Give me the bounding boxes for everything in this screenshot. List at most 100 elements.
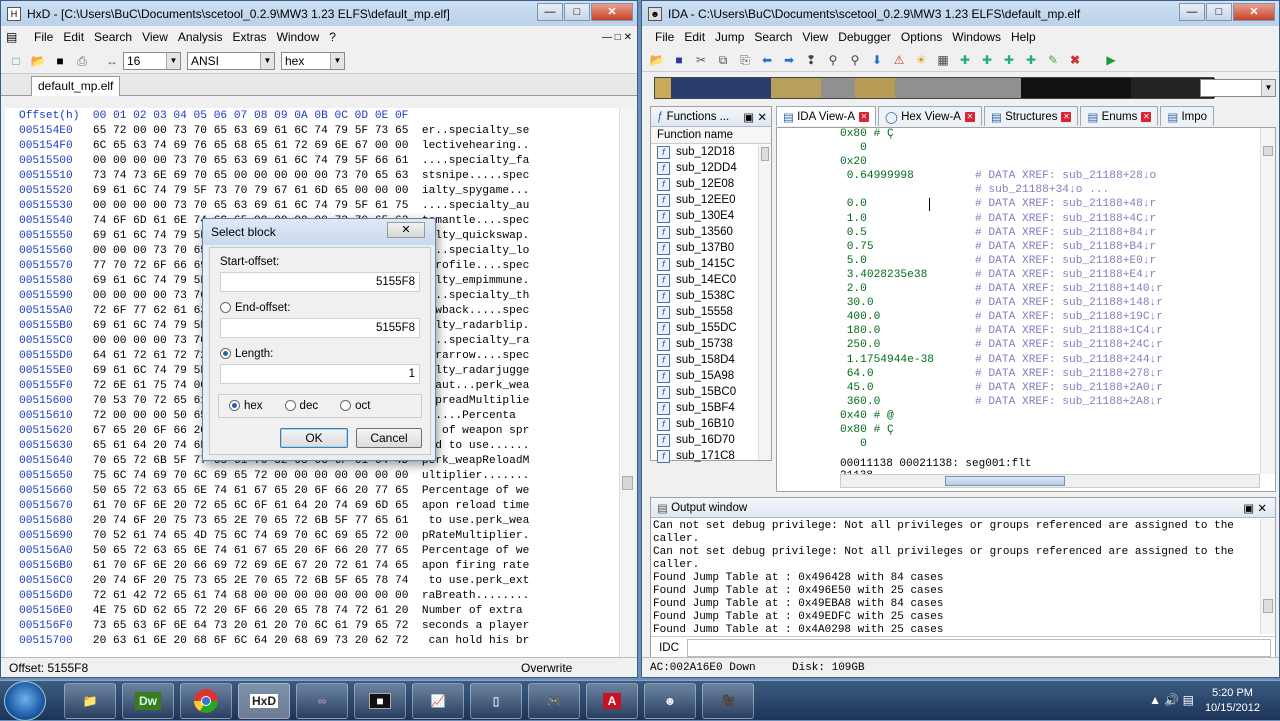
function-list-item[interactable]: f sub_14EC0 [651, 272, 771, 288]
print-icon[interactable]: ⎙ [73, 52, 91, 70]
file-tab[interactable]: default_mp.elf [31, 76, 121, 96]
menu-options[interactable]: Options [896, 30, 947, 44]
portrait-taskbar-icon[interactable]: ☻ [644, 682, 696, 719]
mdi-buttons[interactable]: — □ ✕ [597, 32, 637, 43]
hex-row[interactable]: 00515510 73 74 73 6E 69 70 65 00 00 00 0… [19, 169, 619, 184]
code-line[interactable]: • 0.75# DATA XREF: sub_21188+B4↓r [840, 241, 1258, 255]
warning-icon[interactable]: ⚠ [890, 51, 908, 69]
menu-analysis[interactable]: Analysis [173, 30, 228, 44]
run-icon[interactable]: ▶ [1102, 51, 1120, 69]
menu-extras[interactable]: Extras [228, 30, 272, 44]
search-binary-icon[interactable]: ❢ [802, 51, 820, 69]
pdf-taskbar-icon[interactable]: A [586, 682, 638, 719]
graph-icon[interactable]: ▦ [934, 51, 952, 69]
tab-enums[interactable]: ▤ Enums ✕ [1080, 106, 1159, 126]
radix-hex[interactable]: hex [229, 400, 263, 412]
jump-down-icon[interactable]: ⬇ [868, 51, 886, 69]
hex-scrollbar[interactable] [619, 108, 635, 658]
function-list-item[interactable]: f sub_158D4 [651, 352, 771, 368]
ida-titlebar[interactable]: ☻ IDA - C:\Users\BuC\Documents\scetool_0… [642, 1, 1279, 26]
navigation-band[interactable] [654, 77, 1215, 99]
output-buttons[interactable]: ▣ ✕ [1243, 501, 1267, 515]
hex-row[interactable]: 00515680 20 74 6F 20 75 73 65 2E 70 65 7… [19, 514, 619, 529]
maximize-button[interactable]: □ [564, 3, 590, 21]
functions-scrollbar[interactable] [758, 145, 771, 460]
menu-file[interactable]: File [29, 30, 58, 44]
hex-row[interactable]: 00515650 75 6C 74 69 70 6C 69 65 72 00 0… [19, 469, 619, 484]
hex-row[interactable]: 00515500 00 00 00 00 73 70 65 63 69 61 6… [19, 154, 619, 169]
hex-row[interactable]: 005156B0 61 70 6F 6E 20 66 69 72 69 6E 6… [19, 559, 619, 574]
code-line[interactable]: • 1.0# DATA XREF: sub_21188+4C↓r [840, 213, 1258, 227]
hxd-titlebar[interactable]: H HxD - [C:\Users\BuC\Documents\scetool_… [1, 1, 637, 26]
code-line[interactable]: • 180.0# DATA XREF: sub_21188+1C4↓r [840, 325, 1258, 339]
dreamweaver-taskbar-icon[interactable]: Dw [122, 682, 174, 719]
tools-icon[interactable]: ✚ [1022, 51, 1040, 69]
paste-icon[interactable]: ⎘ [736, 51, 754, 69]
offset-mode-select[interactable]: hex ▼ [281, 51, 345, 70]
tool-taskbar-icon[interactable]: ▯ [470, 682, 522, 719]
tab-hex-view[interactable]: ◯ Hex View-A ✕ [878, 106, 982, 126]
code-line[interactable]: •0x80 # Ç [840, 128, 1258, 142]
charset-select[interactable]: ANSI ▼ [187, 51, 275, 70]
close-button[interactable]: ✕ [591, 3, 633, 21]
hex-row[interactable]: 00515690 70 52 61 74 65 4D 75 6C 74 69 7… [19, 529, 619, 544]
function-list-item[interactable]: f sub_155DC [651, 320, 771, 336]
hex-row[interactable]: 00515530 00 00 00 00 73 70 65 63 69 61 6… [19, 199, 619, 214]
nav-select[interactable]: ▼ [1200, 79, 1276, 97]
length-input[interactable]: 1 [220, 364, 420, 384]
menu-search[interactable]: Search [89, 30, 137, 44]
forward-icon[interactable]: ➡ [780, 51, 798, 69]
menu-debugger[interactable]: Debugger [833, 30, 896, 44]
tab-imports[interactable]: ▤ Impo [1160, 106, 1215, 126]
end-offset-input[interactable]: 5155F8 [220, 318, 420, 338]
start-offset-input[interactable]: 5155F8 [220, 272, 420, 292]
function-list-item[interactable]: f sub_12DD4 [651, 160, 771, 176]
code-line[interactable]: • 30.0# DATA XREF: sub_21188+148↓r [840, 297, 1258, 311]
code-line[interactable]: • 0.64999998# DATA XREF: sub_21188+28↓o [840, 170, 1258, 184]
chrome-taskbar-icon[interactable] [180, 682, 232, 719]
menu-file[interactable]: File [650, 30, 679, 44]
hex-row[interactable]: 005154F0 6C 65 63 74 69 76 65 68 65 61 7… [19, 139, 619, 154]
disassembly-view[interactable]: •0x80 # Ç• 0•0x20• 0.64999998# DATA XREF… [776, 128, 1276, 492]
radix-oct[interactable]: oct [340, 400, 370, 412]
minimize-button[interactable]: — [1179, 3, 1205, 21]
function-list-item[interactable]: f sub_12D18 [651, 144, 771, 160]
back-icon[interactable]: ⬅ [758, 51, 776, 69]
code-line[interactable]: • 3.4028235e38# DATA XREF: sub_21188+E4↓… [840, 269, 1258, 283]
function-list-item[interactable]: f sub_15BF4 [651, 400, 771, 416]
code-line[interactable]: • 0.0# DATA XREF: sub_21188+48↓r [840, 198, 1258, 212]
hex-row[interactable]: 005156D0 72 61 42 72 65 61 74 68 00 00 0… [19, 589, 619, 604]
save-icon[interactable]: ■ [51, 52, 69, 70]
function-list-item[interactable]: f sub_171C8 [651, 448, 771, 464]
tab-structures[interactable]: ▤ Structures ✕ [983, 106, 1079, 126]
function-list-item[interactable]: f sub_15558 [651, 304, 771, 320]
hex-row[interactable]: 005156F0 73 65 63 6F 6E 64 73 20 61 20 7… [19, 619, 619, 634]
function-list-item[interactable]: f sub_12EE0 [651, 192, 771, 208]
hex-row[interactable]: 005156C0 20 74 6F 20 75 73 65 2E 70 65 7… [19, 574, 619, 589]
function-list-item[interactable]: f sub_15BC0 [651, 384, 771, 400]
length-option[interactable]: Length: [220, 348, 273, 360]
function-list-item[interactable]: f sub_13560 [651, 224, 771, 240]
function-list-item[interactable]: f sub_12E08 [651, 176, 771, 192]
disasm-hscrollbar[interactable] [840, 474, 1260, 488]
radix-dec[interactable]: dec [284, 400, 318, 412]
idc-label[interactable]: IDC [651, 642, 687, 654]
chart-app-taskbar-icon[interactable]: 📈 [412, 682, 464, 719]
function-name-column[interactable]: Function name [651, 127, 771, 144]
code-line[interactable]: • 0 [840, 438, 1258, 452]
code-line[interactable]: • 0.5# DATA XREF: sub_21188+84↓r [840, 227, 1258, 241]
function-list-item[interactable]: f sub_137B0 [651, 240, 771, 256]
hex-row[interactable]: 00515660 50 65 72 63 65 6E 74 61 67 65 2… [19, 484, 619, 499]
menu-search[interactable]: Search [749, 30, 797, 44]
minimize-button[interactable]: — [537, 3, 563, 21]
console-taskbar-icon[interactable]: ■ [354, 682, 406, 719]
menu-edit[interactable]: Edit [58, 30, 89, 44]
code-line[interactable]: • 400.0# DATA XREF: sub_21188+19C↓r [840, 311, 1258, 325]
add-bp-icon[interactable]: ✚ [956, 51, 974, 69]
explorer-taskbar-icon[interactable]: 📁 [64, 682, 116, 719]
add-watch-icon[interactable]: ✚ [978, 51, 996, 69]
function-list-item[interactable]: f sub_16B10 [651, 416, 771, 432]
tab-ida-view[interactable]: ▤ IDA View-A ✕ [776, 106, 877, 126]
dialog-close-button[interactable]: ✕ [387, 222, 425, 238]
columns-select[interactable]: 16 ▼ [123, 51, 181, 70]
